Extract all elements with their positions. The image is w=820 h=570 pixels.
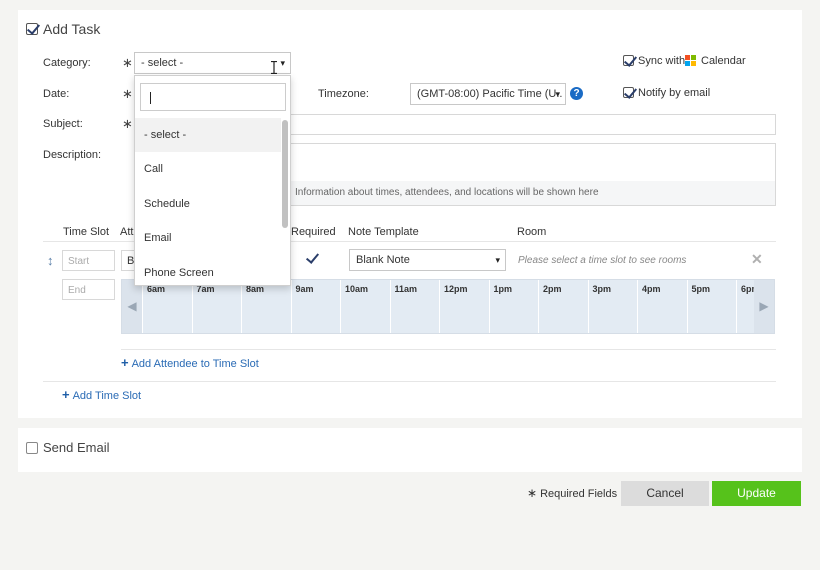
timeline-hour-label: 9am	[295, 284, 314, 294]
date-required-star: ∗	[122, 86, 133, 101]
dropdown-option[interactable]: Phone Screen	[135, 256, 281, 290]
remove-time-slot-icon[interactable]: ✕	[751, 251, 763, 268]
sync-calendar-checkbox[interactable]	[623, 55, 634, 66]
dropdown-search-input[interactable]	[140, 83, 286, 111]
timeline-hour-label: 10am	[345, 284, 369, 294]
start-placeholder: Start	[68, 256, 90, 267]
timeline-hour-cell[interactable]: 9am	[290, 280, 341, 333]
room-header: Room	[517, 226, 547, 238]
note-template-select[interactable]: Blank Note ▾	[349, 249, 506, 271]
timeline-hour-cell[interactable]: 11am	[389, 280, 440, 333]
note-template-value: Blank Note	[356, 254, 410, 266]
timeline-hour-cell[interactable]: 2pm	[538, 280, 588, 333]
update-button[interactable]: Update	[712, 481, 801, 506]
add-time-slot-link[interactable]: + Add Time Slot	[62, 387, 141, 402]
dropdown-option[interactable]: Email	[135, 221, 281, 255]
notify-email-checkbox[interactable]	[623, 87, 634, 98]
timeline-hour-cell[interactable]: 3pm	[587, 280, 638, 333]
add-attendee-label: Add Attendee to Time Slot	[131, 358, 259, 370]
subject-label: Subject:	[43, 118, 83, 130]
help-icon[interactable]: ?	[570, 87, 583, 100]
plus-icon: +	[62, 387, 70, 402]
timezone-label: Timezone:	[318, 88, 369, 100]
start-time-input[interactable]: Start	[62, 250, 115, 271]
chevron-down-icon: ▾	[280, 58, 285, 68]
chevron-down-icon: ▾	[555, 89, 560, 99]
add-task-checkbox[interactable]	[26, 23, 38, 35]
subject-required-star: ∗	[122, 116, 133, 131]
note-template-header: Note Template	[348, 226, 419, 238]
text-cursor	[150, 92, 151, 104]
required-star: ∗	[527, 486, 538, 500]
category-select[interactable]: - select - ▾	[134, 52, 291, 74]
required-fields-note: ∗ Required Fields	[527, 486, 617, 500]
text-cursor-icon	[271, 60, 277, 75]
timeline-hour-cell[interactable]: 6pm	[736, 280, 760, 333]
required-attendee-checkbox[interactable]	[306, 253, 317, 264]
sync-calendar-label-prefix: Sync with	[638, 55, 686, 67]
timeline-hour-cell[interactable]: 4pm	[637, 280, 687, 333]
plus-icon: +	[121, 355, 129, 370]
add-attendee-divider	[43, 381, 776, 382]
send-email-panel	[18, 428, 802, 472]
date-label: Date:	[43, 88, 70, 100]
required-fields-label: Required Fields	[540, 488, 618, 500]
dropdown-scrollbar[interactable]	[282, 120, 288, 228]
timeline-hour-label: 11am	[394, 284, 418, 294]
timeline-hour-cell[interactable]: 12pm	[439, 280, 489, 333]
sync-calendar-label-suffix: Calendar	[701, 55, 746, 67]
time-slot-header: Time Slot	[63, 226, 110, 238]
description-hint: Information about times, attendees, and …	[295, 187, 599, 198]
timeline-hour-label: 4pm	[642, 284, 661, 294]
end-placeholder: End	[68, 285, 86, 296]
drag-handle-icon[interactable]: ↕	[47, 253, 54, 268]
required-header: Required	[291, 226, 336, 238]
microsoft-logo-icon	[685, 55, 697, 67]
chevron-down-icon: ▾	[495, 255, 500, 265]
send-email-label: Send Email	[43, 440, 110, 455]
timeline-hour-cell[interactable]: 10am	[340, 280, 390, 333]
attendees-header: Att	[120, 226, 134, 238]
timeline-divider	[121, 349, 776, 350]
category-required-star: ∗	[122, 55, 133, 70]
category-label: Category:	[43, 57, 91, 69]
timeline-hour-label: 1pm	[493, 284, 513, 294]
timeline-hour-label: 2pm	[543, 284, 562, 294]
add-attendee-link[interactable]: + Add Attendee to Time Slot	[121, 355, 259, 370]
notify-email-label: Notify by email	[638, 87, 711, 99]
category-dropdown: - select - Call Schedule Email Phone Scr…	[134, 75, 291, 286]
send-email-checkbox[interactable]	[26, 442, 38, 454]
timeline-hour-label: 3pm	[592, 284, 612, 294]
timeline-right-arrow-icon[interactable]: ▶	[754, 280, 774, 333]
timezone-select-value: (GMT-08:00) Pacific Time (U..	[417, 88, 563, 100]
dropdown-option[interactable]: Schedule	[135, 187, 281, 221]
room-hint: Please select a time slot to see rooms	[518, 255, 687, 266]
category-select-value: - select -	[141, 57, 184, 69]
timeline-hour-label: 5pm	[691, 284, 711, 294]
timeline-hour-cell[interactable]: 5pm	[686, 280, 737, 333]
timeline-hour-label: 12pm	[444, 284, 468, 294]
timezone-select[interactable]: (GMT-08:00) Pacific Time (U.. ▾	[410, 83, 566, 105]
end-time-input[interactable]: End	[62, 279, 115, 300]
dropdown-option[interactable]: Call	[135, 152, 281, 186]
cancel-button[interactable]: Cancel	[621, 481, 709, 506]
timeline-hour-cell[interactable]: 1pm	[488, 280, 539, 333]
description-label: Description:	[43, 149, 102, 161]
add-task-title: Add Task	[43, 21, 101, 37]
dropdown-option[interactable]: - select -	[135, 118, 281, 152]
add-time-slot-label: Add Time Slot	[72, 390, 142, 402]
